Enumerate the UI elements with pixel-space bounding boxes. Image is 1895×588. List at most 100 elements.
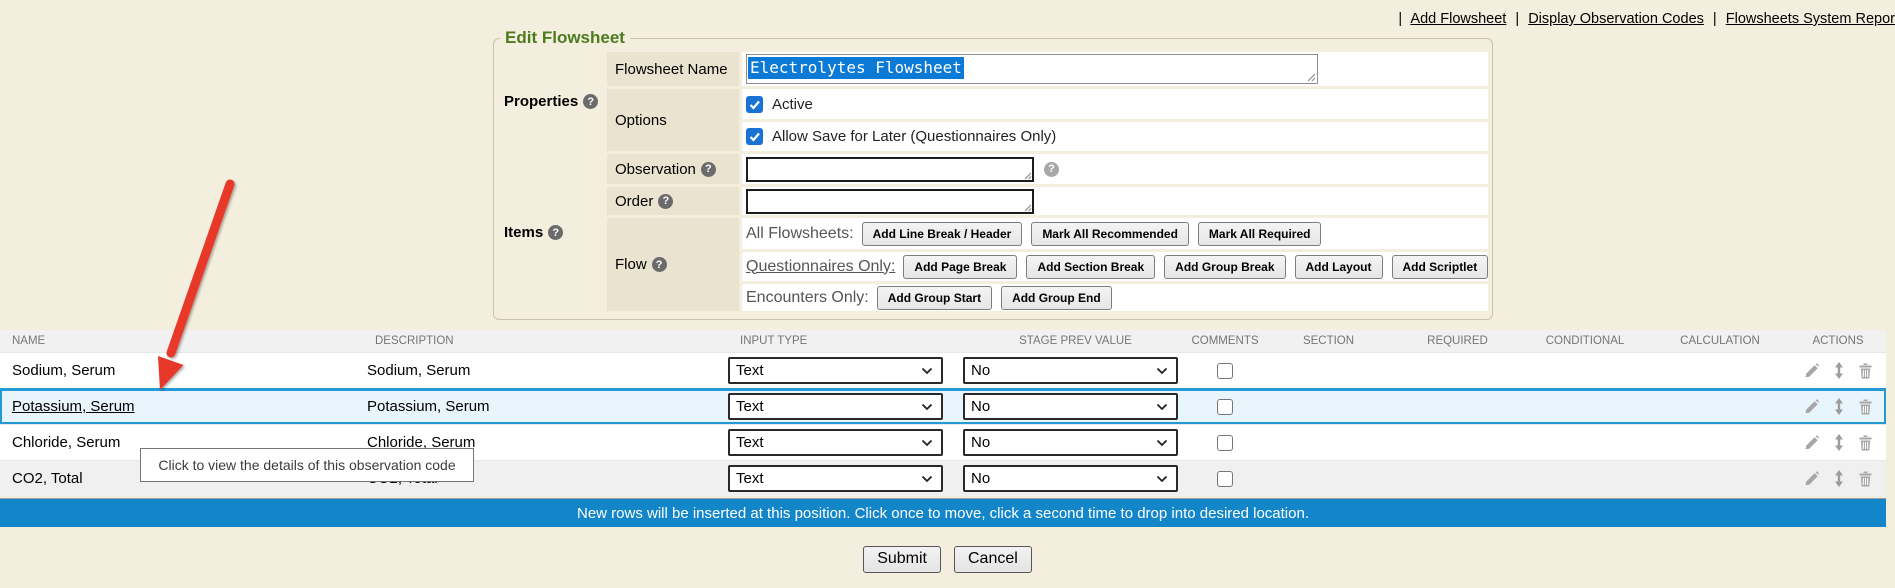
col-header-required: REQUIRED bbox=[1395, 335, 1520, 347]
submit-button[interactable]: Submit bbox=[863, 546, 941, 573]
add-line-break-header-button[interactable]: Add Line Break / Header bbox=[862, 222, 1023, 246]
link-add-flowsheet[interactable]: Add Flowsheet bbox=[1410, 11, 1506, 27]
col-header-actions: ACTIONS bbox=[1790, 335, 1886, 347]
move-row-icon[interactable] bbox=[1833, 434, 1845, 451]
options-label: Options bbox=[607, 89, 739, 151]
observation-description: Sodium, Serum bbox=[367, 362, 470, 379]
observation-name-link[interactable]: CO2, Total bbox=[12, 470, 83, 487]
observation-row: ? bbox=[742, 154, 1488, 184]
check-icon bbox=[748, 98, 761, 111]
option-active-row: Active bbox=[742, 89, 1488, 119]
resize-handle-icon[interactable] bbox=[1023, 203, 1032, 212]
active-checkbox[interactable] bbox=[746, 96, 763, 113]
order-label: Order ? bbox=[607, 187, 739, 215]
encounters-only-label: Encounters Only: bbox=[746, 289, 869, 307]
add-layout-button[interactable]: Add Layout bbox=[1295, 255, 1383, 279]
help-icon[interactable]: ? bbox=[658, 194, 673, 209]
chevron-down-icon bbox=[1156, 475, 1168, 483]
edit-icon[interactable] bbox=[1804, 363, 1820, 379]
comments-checkbox[interactable] bbox=[1217, 363, 1233, 379]
help-icon[interactable]: ? bbox=[701, 162, 716, 177]
active-checkbox-label: Active bbox=[772, 96, 813, 113]
input-type-select[interactable]: Text bbox=[728, 393, 943, 420]
add-group-end-button[interactable]: Add Group End bbox=[1001, 286, 1112, 310]
mark-all-recommended-button[interactable]: Mark All Recommended bbox=[1031, 222, 1189, 246]
input-type-select[interactable]: Text bbox=[728, 429, 943, 456]
help-icon[interactable]: ? bbox=[583, 94, 598, 109]
help-icon[interactable]: ? bbox=[1044, 162, 1059, 177]
footer-actions: Submit Cancel bbox=[0, 546, 1895, 573]
observation-name-link[interactable]: Sodium, Serum bbox=[12, 362, 115, 379]
link-separator: | bbox=[1398, 11, 1402, 27]
chevron-down-icon bbox=[1156, 367, 1168, 375]
chevron-down-icon bbox=[1156, 439, 1168, 447]
all-flowsheets-label: All Flowsheets: bbox=[746, 225, 854, 243]
add-section-break-button[interactable]: Add Section Break bbox=[1026, 255, 1155, 279]
move-row-icon[interactable] bbox=[1833, 362, 1845, 379]
col-header-calculation: CALCULATION bbox=[1650, 335, 1790, 347]
cancel-button[interactable]: Cancel bbox=[954, 546, 1032, 573]
questionnaires-only-link[interactable]: Questionnaires Only: bbox=[746, 258, 895, 276]
table-row-selected: Potassium, Serum Potassium, Serum Text N… bbox=[0, 388, 1886, 424]
delete-icon[interactable] bbox=[1858, 363, 1873, 379]
observation-code-tooltip: Click to view the details of this observ… bbox=[140, 448, 474, 482]
resize-handle-icon[interactable] bbox=[1306, 72, 1316, 82]
col-header-stage-prev-value: STAGE PREV VALUE bbox=[963, 335, 1188, 347]
stage-prev-value-select[interactable]: No bbox=[963, 357, 1178, 384]
observation-label: Observation ? bbox=[607, 154, 739, 184]
move-row-icon[interactable] bbox=[1833, 470, 1845, 487]
help-icon[interactable]: ? bbox=[652, 257, 667, 272]
items-group-label: Items ? bbox=[498, 154, 604, 311]
flowsheet-name-value: Electrolytes Flowsheet bbox=[748, 57, 964, 79]
col-header-description: DESCRIPTION bbox=[363, 335, 728, 347]
chevron-down-icon bbox=[921, 403, 933, 411]
chevron-down-icon bbox=[1156, 403, 1168, 411]
table-header-row: NAME DESCRIPTION INPUT TYPE STAGE PREV V… bbox=[0, 330, 1886, 352]
col-header-comments: COMMENTS bbox=[1188, 335, 1262, 347]
comments-checkbox[interactable] bbox=[1217, 471, 1233, 487]
flowsheet-name-input[interactable]: Electrolytes Flowsheet bbox=[746, 54, 1318, 84]
delete-icon[interactable] bbox=[1858, 435, 1873, 451]
link-separator: | bbox=[1515, 11, 1519, 27]
properties-group-label: Properties ? bbox=[498, 52, 604, 151]
flowsheet-name-row: Electrolytes Flowsheet bbox=[742, 52, 1488, 86]
stage-prev-value-select[interactable]: No bbox=[963, 429, 1178, 456]
resize-handle-icon[interactable] bbox=[1023, 171, 1032, 180]
move-row-icon[interactable] bbox=[1833, 398, 1845, 415]
col-header-name: NAME bbox=[0, 335, 363, 347]
comments-checkbox[interactable] bbox=[1217, 399, 1233, 415]
check-icon bbox=[748, 130, 761, 143]
stage-prev-value-select[interactable]: No bbox=[963, 393, 1178, 420]
mark-all-required-button[interactable]: Mark All Required bbox=[1198, 222, 1322, 246]
add-group-start-button[interactable]: Add Group Start bbox=[877, 286, 992, 310]
help-icon[interactable]: ? bbox=[548, 225, 563, 240]
add-scriptlet-button[interactable]: Add Scriptlet bbox=[1392, 255, 1489, 279]
input-type-select[interactable]: Text bbox=[728, 357, 943, 384]
flowsheet-name-label: Flowsheet Name bbox=[607, 52, 739, 86]
delete-icon[interactable] bbox=[1858, 471, 1873, 487]
observation-description: Potassium, Serum bbox=[367, 398, 490, 415]
observation-name-link[interactable]: Chloride, Serum bbox=[12, 434, 120, 451]
chevron-down-icon bbox=[921, 367, 933, 375]
col-header-section: SECTION bbox=[1262, 335, 1395, 347]
add-group-break-button[interactable]: Add Group Break bbox=[1164, 255, 1285, 279]
questionnaires-only-row: Questionnaires Only: Add Page Break Add … bbox=[742, 252, 1488, 281]
edit-icon[interactable] bbox=[1804, 471, 1820, 487]
observation-input[interactable] bbox=[746, 157, 1034, 182]
all-flowsheets-row: All Flowsheets: Add Line Break / Header … bbox=[742, 218, 1488, 249]
edit-icon[interactable] bbox=[1804, 399, 1820, 415]
comments-checkbox[interactable] bbox=[1217, 435, 1233, 451]
link-display-observation-codes[interactable]: Display Observation Codes bbox=[1528, 11, 1704, 27]
observation-name-link[interactable]: Potassium, Serum bbox=[12, 398, 135, 415]
delete-icon[interactable] bbox=[1858, 399, 1873, 415]
insert-position-bar[interactable]: New rows will be inserted at this positi… bbox=[0, 498, 1886, 527]
allow-save-later-checkbox[interactable] bbox=[746, 128, 763, 145]
stage-prev-value-select[interactable]: No bbox=[963, 465, 1178, 492]
top-nav-links: | Add Flowsheet | Display Observation Co… bbox=[1393, 11, 1895, 27]
link-flowsheets-system-report[interactable]: Flowsheets System Report bbox=[1726, 11, 1895, 27]
edit-icon[interactable] bbox=[1804, 435, 1820, 451]
add-page-break-button[interactable]: Add Page Break bbox=[903, 255, 1017, 279]
order-input[interactable] bbox=[746, 189, 1034, 214]
col-header-input-type: INPUT TYPE bbox=[728, 335, 963, 347]
input-type-select[interactable]: Text bbox=[728, 465, 943, 492]
